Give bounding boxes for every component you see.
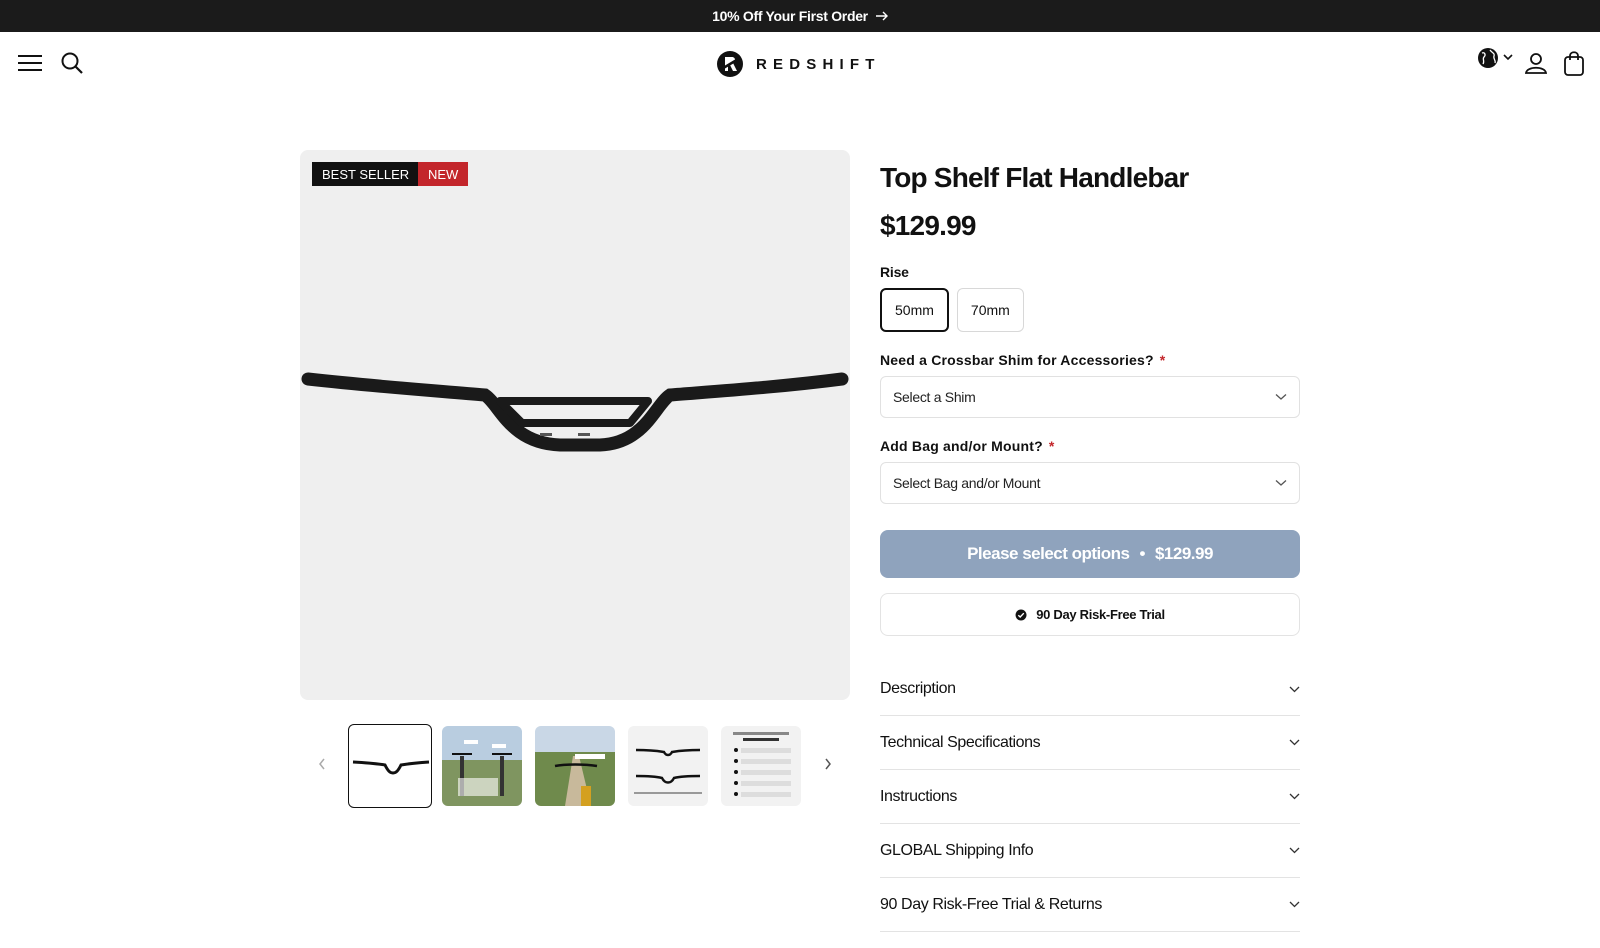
accordion-label: GLOBAL Shipping Info xyxy=(880,841,1034,859)
hamburger-icon[interactable] xyxy=(16,50,44,76)
new-badge: NEW xyxy=(418,162,469,186)
rise-option-70mm[interactable]: 70mm xyxy=(956,288,1024,332)
announcement-bar[interactable]: 10% Off Your First Order xyxy=(0,0,1600,32)
accordion-label: Description xyxy=(880,680,956,697)
rise-options: 50mm 70mm xyxy=(880,288,1300,332)
cta-separator: • xyxy=(1139,544,1146,563)
cta-price: $129.99 xyxy=(1154,544,1213,563)
chevron-down-icon xyxy=(1289,686,1300,692)
product-info: Top Shelf Flat Handlebar $129.99 Rise 50… xyxy=(880,150,1300,932)
thumbnail-4[interactable] xyxy=(628,726,708,806)
globe-icon xyxy=(1478,48,1513,68)
cta-label: Please select options xyxy=(967,544,1130,563)
chevron-right-icon xyxy=(825,758,831,770)
accordion-technical-specifications[interactable]: Technical Specifications xyxy=(880,716,1300,770)
accordion-label: Technical Specifications xyxy=(880,733,1041,751)
region-selector[interactable] xyxy=(1476,46,1516,70)
chevron-left-icon xyxy=(319,758,325,770)
shim-select[interactable]: Select a Shim xyxy=(880,376,1300,418)
user-icon[interactable] xyxy=(1522,49,1550,77)
accordion-trial-returns[interactable]: 90 Day Risk-Free Trial & Returns xyxy=(880,878,1300,932)
required-mark: * xyxy=(1048,438,1055,454)
accordion-global-shipping-info[interactable]: GLOBAL Shipping Info xyxy=(880,824,1300,878)
accordion-label: Instructions xyxy=(880,787,958,805)
add-to-cart-button[interactable]: Please select options • $129.99 xyxy=(880,530,1300,578)
chevron-down-icon xyxy=(1289,847,1300,854)
search-icon[interactable] xyxy=(58,49,86,77)
shim-field-label: Need a Crossbar Shim for Accessories? * xyxy=(880,352,1300,368)
trial-text: 90 Day Risk-Free Trial xyxy=(1036,607,1165,622)
best-seller-badge: BEST SELLER xyxy=(312,162,420,186)
thumbnail-1[interactable] xyxy=(348,724,432,808)
rise-label: Rise xyxy=(880,264,909,280)
product-price: $129.99 xyxy=(880,210,976,241)
chevron-down-icon xyxy=(1289,793,1300,800)
thumbnail-5[interactable] xyxy=(721,726,801,806)
thumbnail-3[interactable] xyxy=(535,726,615,806)
accordion-instructions[interactable]: Instructions xyxy=(880,770,1300,824)
product-accordion: Description Technical Specifications Ins… xyxy=(880,663,1300,932)
risk-free-trial-badge: 90 Day Risk-Free Trial xyxy=(880,593,1300,636)
product-title: Top Shelf Flat Handlebar xyxy=(880,162,1189,193)
thumbnail-2[interactable] xyxy=(442,726,522,806)
accordion-description[interactable]: Description xyxy=(880,663,1300,716)
bag-label-text: Add Bag and/or Mount? xyxy=(880,438,1043,454)
chevron-down-icon xyxy=(1289,901,1300,908)
bag-select-value: Select Bag and/or Mount xyxy=(893,475,1041,491)
redshift-logo-icon xyxy=(717,51,743,77)
handlebar-image xyxy=(301,372,849,452)
thumb-prev-button[interactable] xyxy=(310,752,334,776)
thumbnail-strip xyxy=(300,724,850,808)
rise-option-50mm[interactable]: 50mm xyxy=(880,288,949,332)
shim-label-text: Need a Crossbar Shim for Accessories? xyxy=(880,352,1154,368)
thumb-next-button[interactable] xyxy=(816,752,840,776)
site-header: REDSHIFT xyxy=(0,32,1600,94)
product-main-image[interactable]: BEST SELLER NEW xyxy=(300,150,850,700)
bag-select[interactable]: Select Bag and/or Mount xyxy=(880,462,1300,504)
brand-wordmark: REDSHIFT xyxy=(756,55,881,73)
chevron-down-icon xyxy=(1289,739,1300,746)
brand-logo[interactable]: REDSHIFT xyxy=(716,50,881,78)
arrow-right-icon xyxy=(875,11,888,21)
bag-icon[interactable] xyxy=(1560,48,1588,78)
announcement-text: 10% Off Your First Order xyxy=(712,8,868,24)
chevron-down-icon xyxy=(1275,480,1287,486)
bag-field-label: Add Bag and/or Mount? * xyxy=(880,438,1300,454)
accordion-label: 90 Day Risk-Free Trial & Returns xyxy=(880,895,1102,913)
check-badge-icon xyxy=(1015,609,1027,620)
required-mark: * xyxy=(1159,352,1166,368)
shim-select-value: Select a Shim xyxy=(893,389,976,405)
chevron-down-icon xyxy=(1275,394,1287,400)
